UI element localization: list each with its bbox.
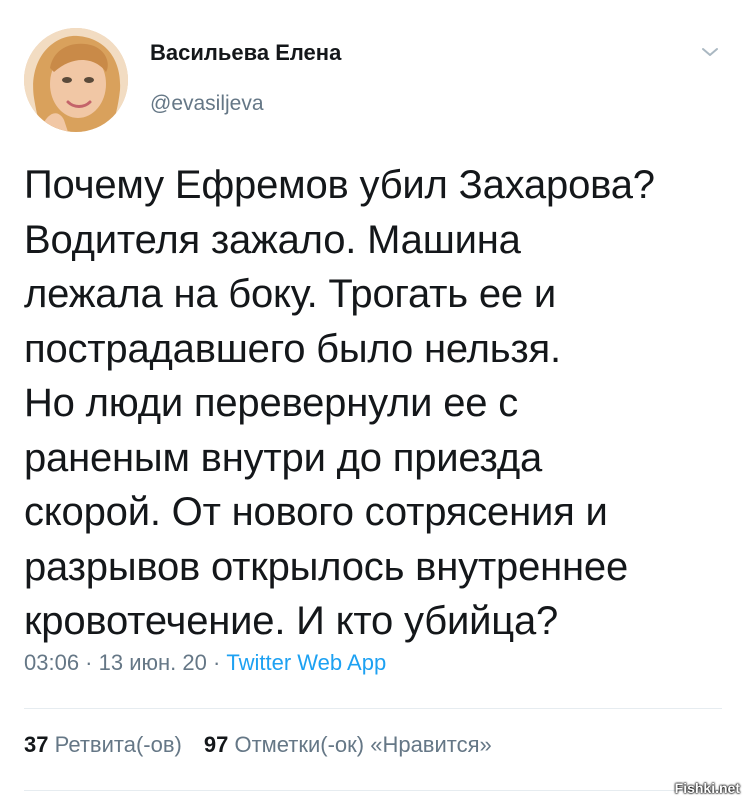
author-handle[interactable]: @evasiljeva [150,92,264,116]
tweet-source-link[interactable]: Twitter Web App [226,650,386,675]
divider [24,790,722,791]
divider [24,708,722,709]
tweet-stats: 37 Ретвита(-ов) 97 Отметки(-ок) «Нравится… [24,732,492,758]
avatar-portrait-icon [24,28,128,132]
retweets-label: Ретвита(-ов) [54,732,182,757]
tweet-time[interactable]: 03:06 [24,650,79,675]
retweets-count: 37 [24,732,49,757]
likes-stat[interactable]: 97 Отметки(-ок) «Нравится» [204,732,492,757]
meta-separator: · [79,650,99,675]
retweets-stat[interactable]: 37 Ретвита(-ов) [24,732,182,757]
chevron-down-icon[interactable] [698,40,722,64]
tweet-meta: 03:06 · 13 июн. 20 · Twitter Web App [24,650,386,676]
likes-label: Отметки(-ок) «Нравится» [234,732,492,757]
likes-count: 97 [203,732,229,757]
tweet-text: Почему Ефремов убил Захарова? Водителя з… [24,163,655,643]
meta-separator: · [206,650,227,675]
watermark: Fishki.net [674,780,740,796]
author-display-name[interactable]: Васильева Елена [150,40,341,66]
tweet-card: Васильева Елена @evasiljeva Почему Ефрем… [0,0,746,800]
user-avatar[interactable] [24,28,128,132]
tweet-date[interactable]: 13 июн. 20 [99,650,207,675]
